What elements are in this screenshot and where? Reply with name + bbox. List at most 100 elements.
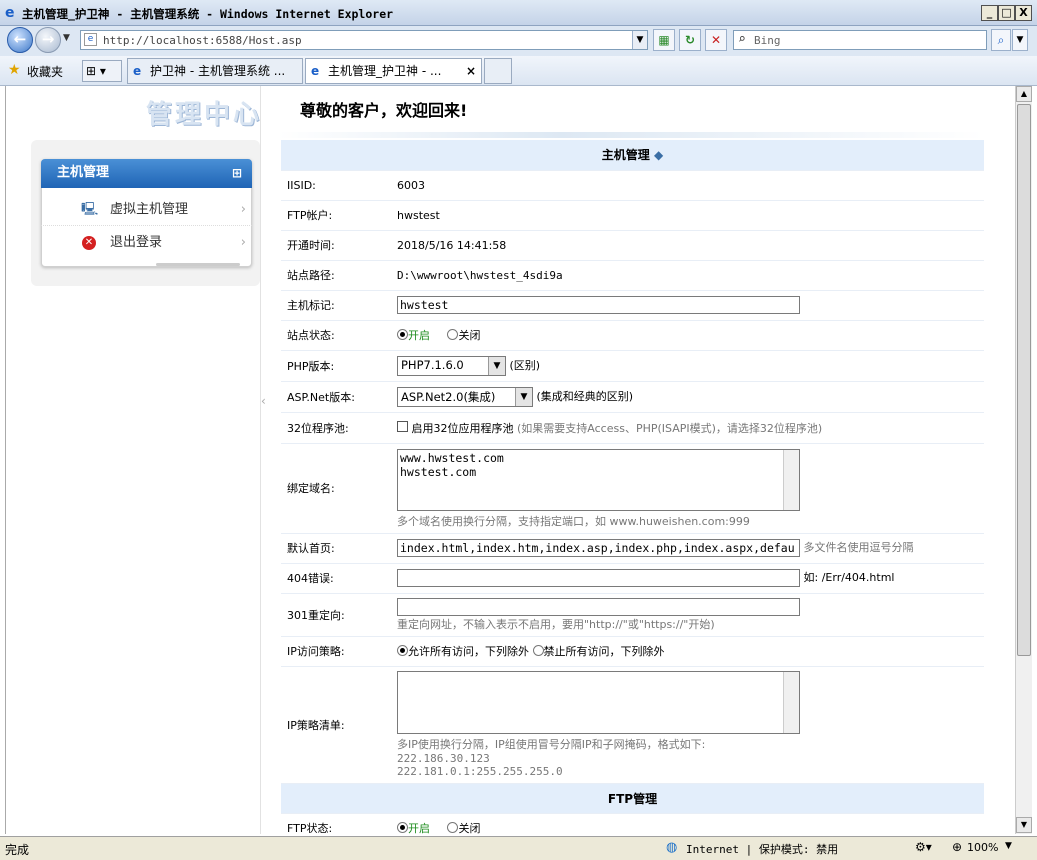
minimize-button[interactable]: _ (981, 5, 998, 21)
favorites-label[interactable]: 收藏夹 (27, 63, 63, 80)
zoom-icon[interactable]: ⊕ (952, 840, 962, 854)
ip-allow-label[interactable]: 允许所有访问，下列除外 (408, 645, 529, 658)
page-scrollbar[interactable]: ▲ ▼ (1015, 86, 1032, 834)
php-version-value: PHP7.1.6.0 (401, 357, 464, 372)
refresh-icon[interactable]: ↻ (679, 29, 701, 51)
site-status-label: 站点状态: (281, 320, 397, 351)
scroll-up-icon[interactable]: ▲ (1016, 86, 1032, 102)
ftp-account-label: FTP帐户: (281, 200, 397, 231)
ftp-status-label: FTP状态: (281, 813, 397, 834)
textarea-scrollbar[interactable] (783, 450, 799, 510)
security-zone[interactable]: Internet | 保护模式: 禁用 (686, 841, 838, 857)
tab-hws-system[interactable]: e 护卫神 - 主机管理系统 ... (127, 58, 303, 84)
sidebar-item-virtual-host[interactable]: 🖳 虚拟主机管理 › (41, 194, 252, 226)
tab-host-manage[interactable]: e 主机管理_护卫神 - ... × (305, 58, 482, 84)
ip-list-label: IP策略清单: (281, 666, 397, 784)
status-bar: 完成 ◍ Internet | 保护模式: 禁用 ⚙▾ ⊕ 100% ▼ (0, 836, 1037, 860)
zoom-level[interactable]: 100% (967, 841, 998, 854)
err404-input[interactable] (397, 569, 800, 587)
chevron-right-icon: › (240, 202, 246, 217)
dropdown-arrow-icon[interactable]: ▼ (488, 356, 505, 375)
ip-allow-radio[interactable] (397, 645, 408, 656)
tab-close-icon[interactable]: × (466, 59, 476, 83)
address-url[interactable]: http://localhost:6588/Host.asp (103, 34, 302, 47)
page-content: 管理中心 尊敬的客户，欢迎回来! 主机管理 ⊞ 🖳 虚拟主机管理 › ✕ 退出登… (5, 86, 1015, 834)
maximize-button[interactable]: □ (998, 5, 1015, 21)
ftp-status-on-label[interactable]: 开启 (408, 822, 430, 834)
domains-hint: 多个域名使用换行分隔，支持指定端口，如 www.huweishen.com:99… (397, 515, 750, 528)
row-open-time: 开通时间: 2018/5/16 14:41:58 (281, 230, 984, 261)
compatibility-icon[interactable]: ▦ (653, 29, 675, 51)
page-icon: e (84, 33, 97, 46)
iisid-label: IISID: (281, 170, 397, 201)
ip-list-textarea[interactable] (397, 671, 800, 734)
aspnet-version-select[interactable]: ASP.Net2.0(集成) ▼ (397, 386, 533, 407)
address-bar[interactable]: e http://localhost:6588/Host.asp ▼ (80, 30, 648, 50)
site-status-on-radio[interactable] (397, 329, 408, 340)
iisid-value: 6003 (397, 170, 984, 201)
sidebar-item-label: 虚拟主机管理 (110, 202, 189, 217)
address-dropdown-icon[interactable]: ▼ (632, 31, 647, 49)
sidebar-title: 主机管理 (57, 165, 110, 180)
new-tab-button[interactable] (484, 58, 512, 84)
row-domains: 绑定域名: www.hwstest.com hwstest.com 多个域名使用… (281, 443, 984, 534)
default-page-hint: 多文件名使用逗号分隔 (803, 541, 914, 554)
ftp-status-off-label[interactable]: 关闭 (458, 822, 480, 834)
row-default-page: 默认首页: index.html,index.htm,index.asp,ind… (281, 533, 984, 564)
php-diff-link[interactable]: (区别) (510, 359, 541, 372)
ftp-account-value: hwstest (397, 200, 984, 231)
section-title-host: 主机管理 (601, 148, 650, 163)
php-version-select[interactable]: PHP7.1.6.0 ▼ (397, 355, 506, 376)
close-button[interactable]: X (1015, 5, 1032, 21)
scroll-thumb[interactable] (1017, 104, 1031, 656)
header-divider (278, 132, 984, 138)
quick-tabs-icon[interactable]: ⊞ ▾ (82, 60, 122, 82)
search-input[interactable]: ⌕ Bing (733, 30, 987, 50)
err404-label: 404错误: (281, 563, 397, 594)
zoom-dropdown-icon[interactable]: ▼ (1005, 841, 1012, 851)
ip-deny-radio[interactable] (532, 645, 544, 656)
search-go-icon[interactable]: ⌕ (991, 29, 1011, 51)
default-page-label: 默认首页: (281, 533, 397, 564)
expand-icon[interactable]: ⊞ (232, 159, 242, 187)
sidebar-item-logout[interactable]: ✕ 退出登录 › (41, 227, 252, 259)
default-page-input[interactable]: index.html,index.htm,index.asp,index.php… (397, 539, 800, 557)
forward-icon[interactable]: → (35, 27, 61, 53)
sidebar-header[interactable]: 主机管理 ⊞ (41, 159, 252, 188)
window-titlebar: e 主机管理_护卫神 - 主机管理系统 - Windows Internet E… (0, 0, 1037, 26)
status-text: 完成 (5, 843, 30, 857)
aspnet-diff-link[interactable]: (集成和经典的区别) (537, 390, 634, 403)
host-note-label: 主机标记: (281, 290, 397, 321)
back-icon[interactable]: ← (7, 27, 33, 53)
ip-policy-label: IP访问策略: (281, 636, 397, 667)
search-options-icon[interactable]: ▼ (1012, 29, 1028, 51)
row-iisid: IISID: 6003 (281, 170, 984, 201)
redirect301-input[interactable] (397, 597, 800, 616)
collapse-arrow-icon[interactable]: ‹ (261, 394, 266, 408)
pool32-check-label[interactable]: 启用32位应用程序池 (412, 422, 514, 435)
row-php: PHP版本: PHP7.1.6.0 ▼ (区别) (281, 350, 984, 382)
site-status-off-radio[interactable] (447, 329, 459, 340)
ftp-status-on-radio[interactable] (397, 822, 408, 833)
ftp-status-off-radio[interactable] (447, 822, 459, 833)
site-status-off-label[interactable]: 关闭 (458, 329, 480, 342)
search-placeholder: Bing (754, 34, 781, 47)
site-status-on-label[interactable]: 开启 (408, 329, 430, 342)
stop-icon[interactable]: ✕ (705, 29, 727, 51)
row-ip-list: IP策略清单: 多IP使用换行分隔，IP组使用冒号分隔IP和子网掩码，格式如下:… (281, 666, 984, 784)
protected-mode-icon[interactable]: ⚙▾ (915, 840, 932, 854)
history-dropdown-icon[interactable]: ▼ (63, 33, 70, 43)
pool32-checkbox[interactable] (397, 420, 408, 432)
php-label: PHP版本: (281, 350, 397, 382)
textarea-scrollbar[interactable] (783, 672, 799, 733)
favorites-star-icon[interactable]: ★ (8, 62, 21, 78)
chevron-right-icon: › (240, 235, 246, 250)
dropdown-arrow-icon[interactable]: ▼ (515, 387, 532, 406)
host-note-input[interactable]: hwstest (397, 296, 800, 314)
open-time-label: 开通时间: (281, 230, 397, 261)
domains-textarea[interactable]: www.hwstest.com hwstest.com (397, 449, 800, 511)
row-ip-policy: IP访问策略: 允许所有访问，下列除外 禁止所有访问，下列除外 (281, 636, 984, 667)
tab-label: 主机管理_护卫神 - ... (328, 64, 442, 78)
ip-deny-label[interactable]: 禁止所有访问，下列除外 (544, 645, 665, 658)
scroll-down-icon[interactable]: ▼ (1016, 817, 1032, 833)
